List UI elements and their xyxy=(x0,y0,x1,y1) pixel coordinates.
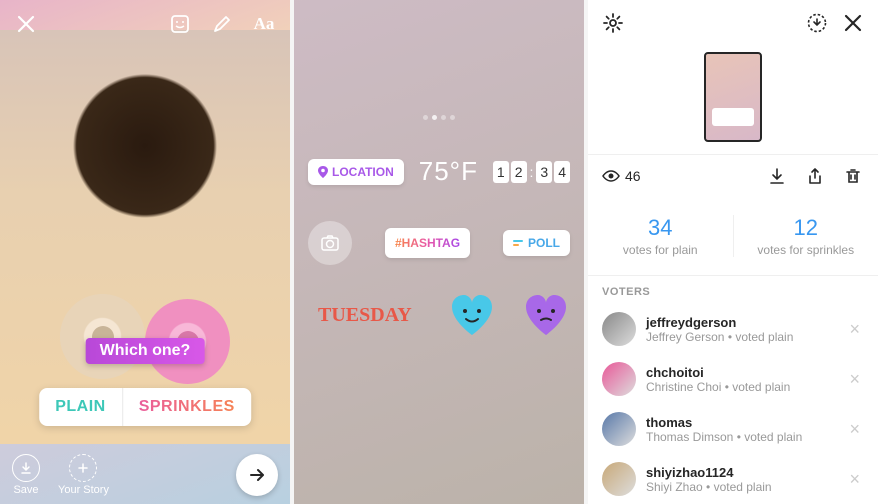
close-icon[interactable] xyxy=(12,10,40,38)
pin-icon xyxy=(318,166,328,178)
vote-count-right: 12 votes for sprinkles xyxy=(734,215,878,257)
avatar xyxy=(602,312,636,346)
poll-sticker-button[interactable]: POLL xyxy=(503,230,570,256)
selfie-sticker[interactable] xyxy=(308,221,352,265)
day-sticker[interactable]: TUESDAY xyxy=(308,298,422,333)
save-label: Save xyxy=(13,484,38,496)
location-label: LOCATION xyxy=(332,165,394,179)
poll-bars-icon xyxy=(513,240,523,246)
voter-meta: Thomas Dimson • voted plain xyxy=(646,430,835,444)
save-button[interactable]: Save xyxy=(12,454,40,496)
story-canvas[interactable]: Aa Which one? PLAIN SPRINKLES Save xyxy=(0,0,290,504)
story-editor-panel: Aa Which one? PLAIN SPRINKLES Save xyxy=(0,0,290,504)
voter-username: jeffreydgerson xyxy=(646,315,835,330)
voter-info: chchoitoi Christine Choi • voted plain xyxy=(646,365,835,394)
share-icon[interactable] xyxy=(804,165,826,187)
trash-icon[interactable] xyxy=(842,165,864,187)
avatar xyxy=(602,412,636,446)
voter-meta: Shiyi Zhao • voted plain xyxy=(646,480,835,494)
voter-username: chchoitoi xyxy=(646,365,835,380)
poll-sticker[interactable]: PLAIN SPRINKLES xyxy=(39,388,251,426)
your-story-button[interactable]: Your Story xyxy=(58,454,109,496)
hashtag-label: #HASHTAG xyxy=(395,236,460,250)
voters-header: VOTERS xyxy=(588,276,878,304)
settings-icon[interactable] xyxy=(602,12,624,34)
temperature-sticker[interactable]: 75°F xyxy=(409,150,488,193)
view-count: 46 xyxy=(625,168,641,184)
sticker-icon[interactable] xyxy=(166,10,194,38)
arrow-right-icon xyxy=(247,465,267,485)
avatar xyxy=(602,462,636,496)
poll-option-left[interactable]: PLAIN xyxy=(39,388,123,426)
eye-icon xyxy=(602,170,620,182)
sticker-drawer[interactable]: LOCATION 75°F 1 2 : 3 4 #HASHTAG xyxy=(294,0,584,504)
time-sticker[interactable]: 1 2 : 3 4 xyxy=(493,161,570,183)
voter-info: shiyizhao1124 Shiyi Zhao • voted plain xyxy=(646,465,835,494)
results-top-bar xyxy=(588,0,878,46)
voter-meta: Christine Choi • voted plain xyxy=(646,380,835,394)
download-icon xyxy=(12,454,40,482)
voter-meta: Jeffrey Gerson • voted plain xyxy=(646,330,835,344)
draw-icon[interactable] xyxy=(208,10,236,38)
views-bar: 46 xyxy=(588,154,878,197)
editor-top-bar: Aa xyxy=(0,10,290,38)
voter-info: thomas Thomas Dimson • voted plain xyxy=(646,415,835,444)
dismiss-icon[interactable]: × xyxy=(845,469,864,490)
heart-sticker-blue[interactable] xyxy=(448,293,496,337)
voter-row[interactable]: jeffreydgerson Jeffrey Gerson • voted pl… xyxy=(588,304,878,354)
story-thumbnail[interactable] xyxy=(704,52,762,142)
poll-option-right[interactable]: SPRINKLES xyxy=(123,388,251,426)
voter-username: thomas xyxy=(646,415,835,430)
vote-summary: 34 votes for plain 12 votes for sprinkle… xyxy=(588,197,878,276)
poll-results-panel: 46 34 votes for plain 12 votes for sprin… xyxy=(588,0,878,504)
story-thumbnails xyxy=(588,46,878,154)
camera-icon xyxy=(319,232,341,254)
voter-row[interactable]: shiyizhao1124 Shiyi Zhao • voted plain × xyxy=(588,454,878,504)
voter-info: jeffreydgerson Jeffrey Gerson • voted pl… xyxy=(646,315,835,344)
poll-label: POLL xyxy=(528,236,560,250)
download-icon[interactable] xyxy=(766,165,788,187)
voter-row[interactable]: chchoitoi Christine Choi • voted plain × xyxy=(588,354,878,404)
your-story-label: Your Story xyxy=(58,484,109,496)
next-button[interactable] xyxy=(236,454,278,496)
voter-row[interactable]: thomas Thomas Dimson • voted plain × xyxy=(588,404,878,454)
poll-question-text[interactable]: Which one? xyxy=(86,338,205,364)
heart-sticker-purple[interactable] xyxy=(522,293,570,337)
save-collection-icon[interactable] xyxy=(806,12,828,34)
dismiss-icon[interactable]: × xyxy=(845,319,864,340)
vote-count-left: 34 votes for plain xyxy=(588,215,734,257)
hashtag-sticker[interactable]: #HASHTAG xyxy=(385,228,470,258)
editor-bottom-bar: Save Your Story xyxy=(0,454,290,496)
sticker-drawer-panel: LOCATION 75°F 1 2 : 3 4 #HASHTAG xyxy=(294,0,584,504)
close-icon[interactable] xyxy=(842,12,864,34)
dismiss-icon[interactable]: × xyxy=(845,369,864,390)
text-icon[interactable]: Aa xyxy=(250,10,278,38)
avatar xyxy=(602,362,636,396)
dismiss-icon[interactable]: × xyxy=(845,419,864,440)
location-sticker[interactable]: LOCATION xyxy=(308,159,404,185)
voter-username: shiyizhao1124 xyxy=(646,465,835,480)
drawer-pagination xyxy=(423,115,455,120)
voters-list: jeffreydgerson Jeffrey Gerson • voted pl… xyxy=(588,304,878,504)
plus-icon xyxy=(69,454,97,482)
